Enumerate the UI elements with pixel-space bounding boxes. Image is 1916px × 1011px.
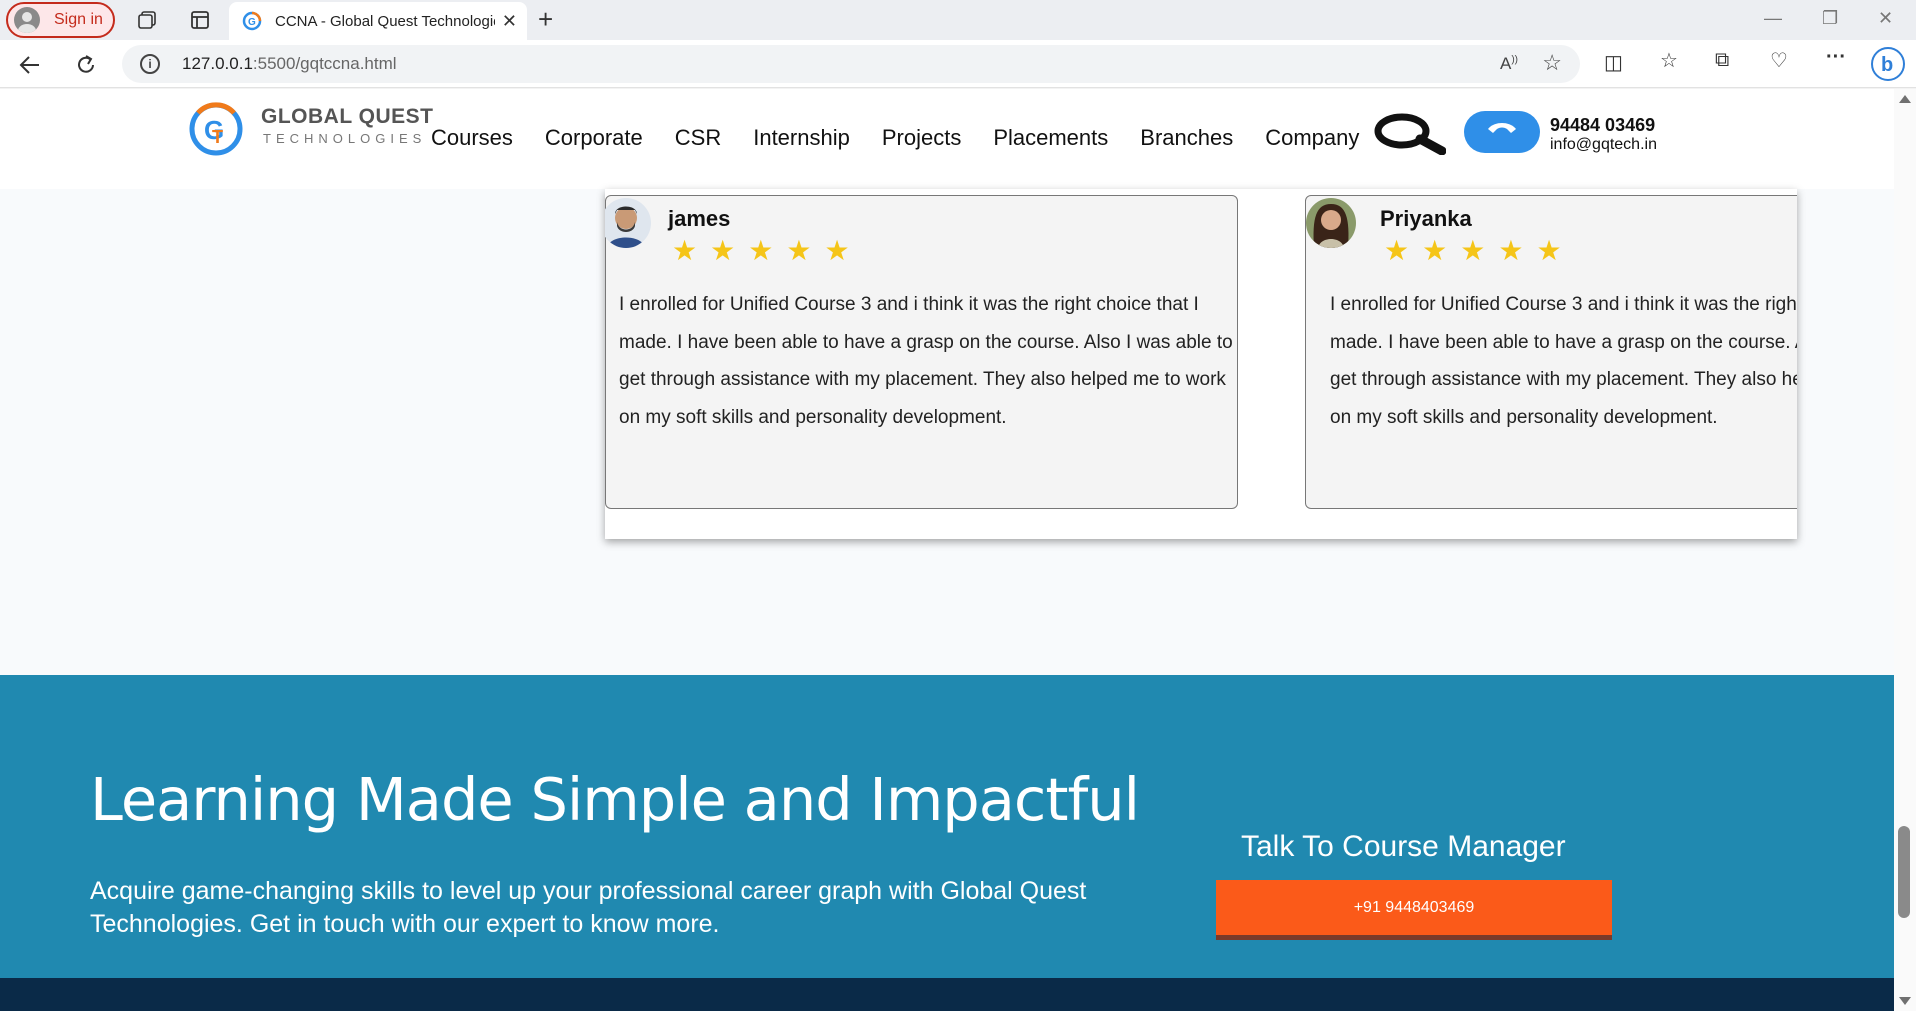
cta-description: Acquire game-changing skills to level up… xyxy=(90,877,1087,938)
address-bar[interactable]: i 127.0.0.1:5500/gqtccna.html A)) ☆ xyxy=(122,45,1580,83)
gqt-favicon-icon: G xyxy=(242,11,262,31)
profile-icon xyxy=(14,7,40,33)
header-email[interactable]: info@gqtech.in xyxy=(1550,136,1657,154)
svg-text:b: b xyxy=(1881,54,1893,76)
phone-call-button[interactable] xyxy=(1464,111,1540,153)
refresh-icon[interactable] xyxy=(73,52,99,78)
browser-essentials-icon[interactable]: ♡ xyxy=(1770,48,1788,73)
testimonial-card: james ★ ★ ★ ★ ★ I enrolled for Unified C… xyxy=(605,195,1238,509)
testimonial-card: Priyanka ★ ★ ★ ★ ★ I enrolled for Unifie… xyxy=(1305,195,1797,509)
menu-placements[interactable]: Placements xyxy=(993,125,1108,151)
avatar xyxy=(605,198,651,248)
review-text: I enrolled for Unified Course 3 and i th… xyxy=(1330,294,1797,428)
testimonials-carousel: james ★ ★ ★ ★ ★ I enrolled for Unified C… xyxy=(605,189,1797,539)
minimize-icon[interactable]: — xyxy=(1764,8,1782,29)
star-icon: ★ xyxy=(1422,235,1448,266)
course-manager-label: Talk To Course Manager xyxy=(1241,830,1566,863)
site-header: G T GLOBAL QUEST TECHNOLOGIES Courses Co… xyxy=(0,89,1894,189)
collections-icon[interactable]: ⧉ xyxy=(1715,49,1729,72)
tab-actions-icon[interactable] xyxy=(189,9,211,31)
star-icon: ★ xyxy=(1384,235,1410,266)
cta-heading: Learning Made Simple and Impactful xyxy=(90,765,1140,834)
tab-title: CCNA - Global Quest Technologies xyxy=(275,12,495,30)
page-viewport: G T GLOBAL QUEST TECHNOLOGIES Courses Co… xyxy=(0,89,1894,1011)
star-icon: ★ xyxy=(786,235,812,266)
footer xyxy=(0,978,1894,1011)
browser-tab-bar: Sign in G CCNA - Global Quest Technologi… xyxy=(0,0,1916,40)
url-path: :5500/gqtccna.html xyxy=(252,54,397,73)
reviewer-name: Priyanka xyxy=(1380,206,1472,231)
read-aloud-icon[interactable]: A)) xyxy=(1500,54,1518,74)
star-icon: ★ xyxy=(748,235,774,266)
star-icon: ★ xyxy=(1498,235,1524,266)
review-text: I enrolled for Unified Course 3 and i th… xyxy=(619,294,1233,428)
menu-corporate[interactable]: Corporate xyxy=(545,125,643,151)
gqt-logo[interactable]: G T GLOBAL QUEST TECHNOLOGIES xyxy=(188,99,433,159)
favorites-icon[interactable]: ☆ xyxy=(1660,48,1678,73)
sign-in-button[interactable]: Sign in xyxy=(6,2,115,38)
menu-projects[interactable]: Projects xyxy=(882,125,961,151)
more-menu-icon[interactable]: ··· xyxy=(1826,46,1846,69)
svg-text:G: G xyxy=(248,17,256,28)
star-icon: ★ xyxy=(672,235,698,266)
favorite-star-icon[interactable]: ☆ xyxy=(1542,50,1562,76)
star-icon: ★ xyxy=(1460,235,1486,266)
menu-branches[interactable]: Branches xyxy=(1140,125,1233,151)
scroll-down-arrow-icon[interactable] xyxy=(1899,997,1911,1005)
star-icon: ★ xyxy=(1536,235,1562,266)
scroll-up-arrow-icon[interactable] xyxy=(1899,95,1911,103)
menu-company[interactable]: Company xyxy=(1265,125,1359,151)
url-text: 127.0.0.1:5500/gqtccna.html xyxy=(182,54,397,74)
brand-name: GLOBAL QUEST xyxy=(261,105,434,128)
tab-ccna[interactable]: G CCNA - Global Quest Technologies ✕ xyxy=(229,2,527,40)
menu-internship[interactable]: Internship xyxy=(753,125,850,151)
copilot-icon[interactable]: b xyxy=(1870,46,1906,82)
call-course-manager-button[interactable]: +91 9448403469 xyxy=(1216,880,1612,940)
url-host: 127.0.0.1 xyxy=(182,54,253,73)
gqt-logo-icon: G T xyxy=(189,102,243,156)
reviewer-name: james xyxy=(668,206,731,231)
cta-section: Learning Made Simple and Impactful Acqui… xyxy=(0,675,1894,978)
new-tab-icon[interactable]: + xyxy=(538,4,553,35)
close-window-icon[interactable]: ✕ xyxy=(1878,8,1893,29)
sign-in-label: Sign in xyxy=(54,11,103,28)
header-phone-number[interactable]: 94484 03469 xyxy=(1550,115,1655,136)
menu-courses[interactable]: Courses xyxy=(431,125,513,151)
split-screen-icon[interactable]: ◫ xyxy=(1604,50,1623,75)
menu-csr[interactable]: CSR xyxy=(675,125,721,151)
back-icon[interactable] xyxy=(17,52,43,78)
workspaces-icon[interactable] xyxy=(136,9,158,31)
main-menu: Courses Corporate CSR Internship Project… xyxy=(431,125,1391,151)
brand-tagline: TECHNOLOGIES xyxy=(263,131,427,146)
site-info-icon[interactable]: i xyxy=(140,54,160,74)
avatar xyxy=(1306,198,1356,248)
rating-stars: ★ ★ ★ ★ ★ xyxy=(672,237,850,265)
browser-toolbar: i 127.0.0.1:5500/gqtccna.html A)) ☆ ◫ ☆ … xyxy=(0,40,1916,88)
star-icon: ★ xyxy=(710,235,736,266)
phone-icon xyxy=(1488,123,1516,133)
rating-stars: ★ ★ ★ ★ ★ xyxy=(1384,237,1562,265)
star-icon: ★ xyxy=(824,235,850,266)
search-icon[interactable] xyxy=(1372,111,1446,155)
restore-icon[interactable]: ❐ xyxy=(1822,8,1838,29)
svg-text:T: T xyxy=(212,127,223,147)
close-tab-icon[interactable]: ✕ xyxy=(502,11,517,32)
scrollbar-thumb[interactable] xyxy=(1898,826,1910,918)
